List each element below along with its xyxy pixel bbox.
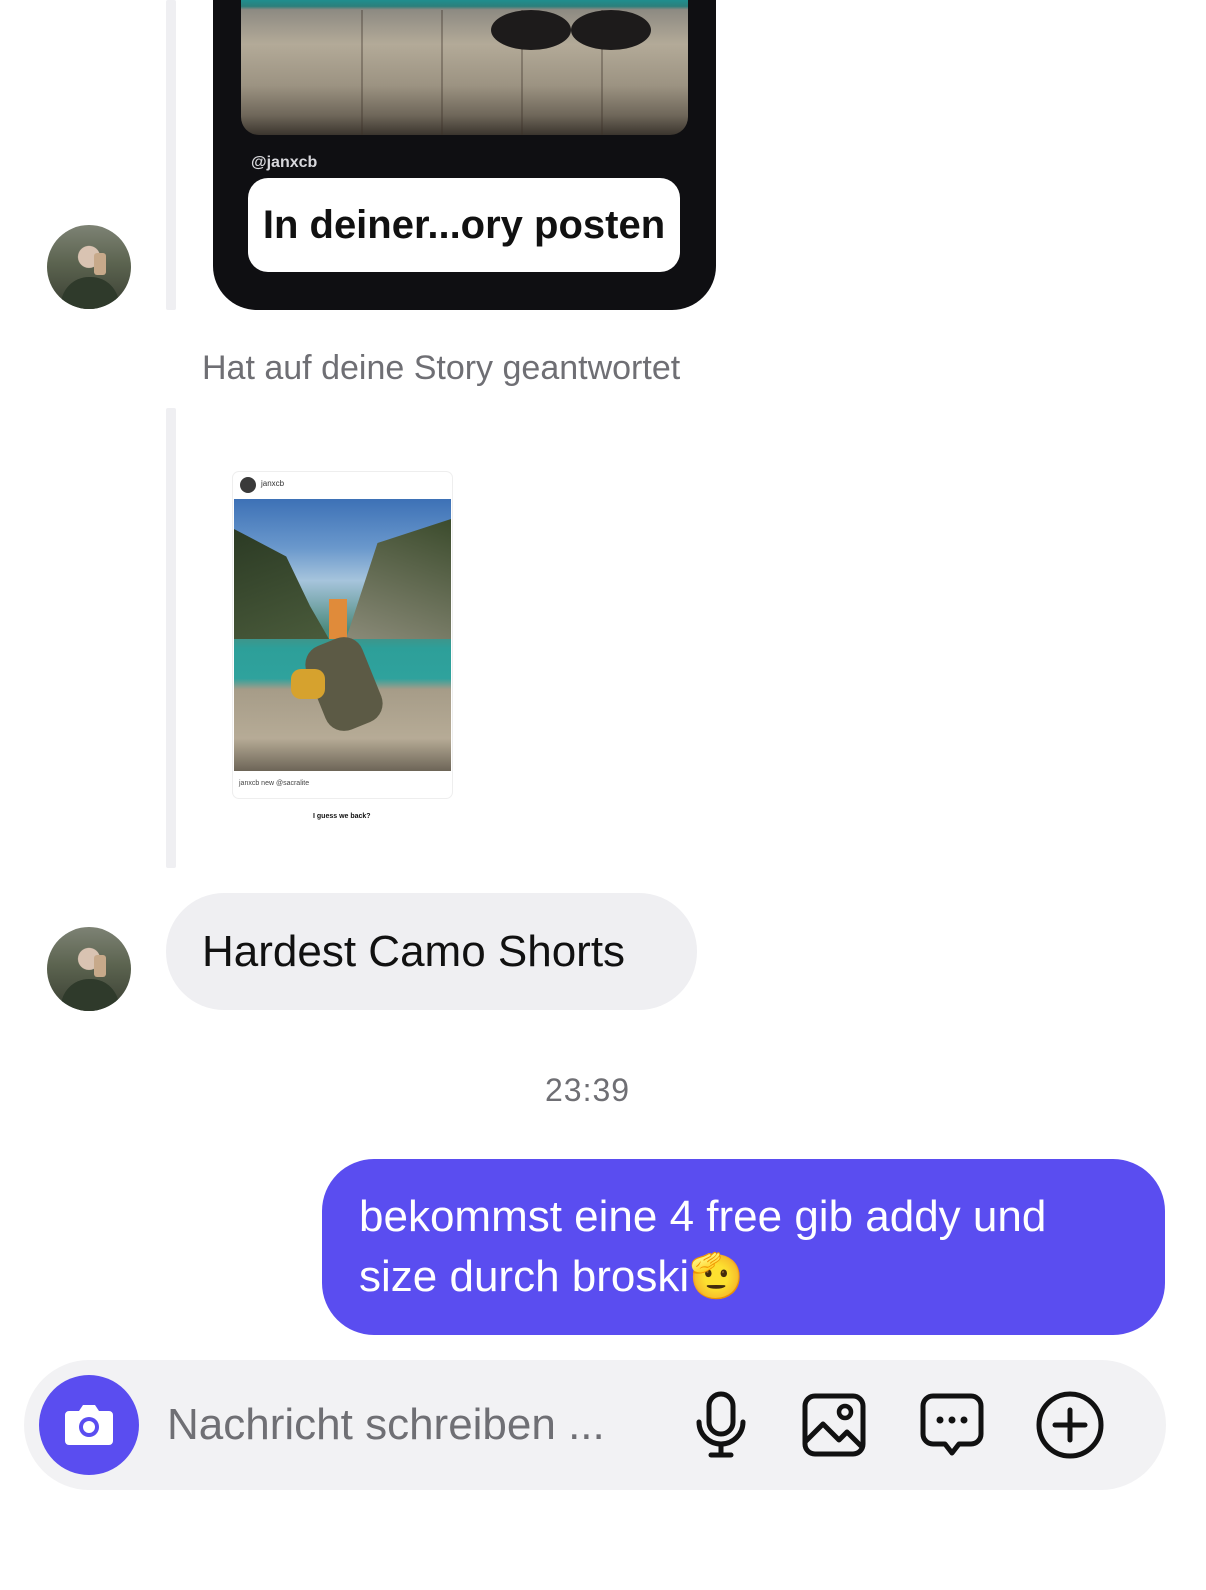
- shared-post-card[interactable]: janxcb janxcb new @sacralite: [233, 472, 452, 798]
- more-button[interactable]: [1033, 1388, 1107, 1462]
- message-composer: [24, 1360, 1166, 1490]
- reply-indicator-bar: [166, 408, 176, 868]
- post-photo: [234, 499, 451, 771]
- gallery-button[interactable]: [797, 1388, 871, 1462]
- sticker-button[interactable]: [915, 1388, 989, 1462]
- story-share-card[interactable]: @janxcb In deiner...ory posten: [213, 0, 716, 310]
- plus-icon: [1036, 1391, 1104, 1459]
- story-photo: [241, 0, 688, 135]
- reply-caption: Hat auf deine Story geantwortet: [202, 349, 681, 387]
- camera-icon: [65, 1405, 113, 1445]
- sticker-icon: [920, 1393, 984, 1456]
- avatar[interactable]: [47, 927, 131, 1011]
- post-reply-text: I guess we back?: [313, 813, 371, 820]
- outgoing-message-bubble[interactable]: bekommst eine 4 free gib addy und size d…: [322, 1159, 1165, 1335]
- microphone-icon: [696, 1391, 746, 1458]
- message-input[interactable]: [167, 1360, 667, 1490]
- camera-button[interactable]: [39, 1375, 139, 1475]
- reply-indicator-bar: [166, 0, 176, 310]
- post-caption: janxcb new @sacralite: [239, 780, 310, 787]
- microphone-button[interactable]: [684, 1388, 758, 1462]
- incoming-message-bubble[interactable]: Hardest Camo Shorts: [166, 893, 697, 1010]
- message-timestamp: 23:39: [545, 1072, 631, 1108]
- post-to-story-button[interactable]: In deiner...ory posten: [248, 178, 680, 272]
- story-handle: @janxcb: [251, 154, 318, 171]
- post-avatar: [240, 477, 256, 493]
- post-username: janxcb: [261, 479, 285, 488]
- image-icon: [802, 1393, 866, 1457]
- avatar[interactable]: [47, 225, 131, 309]
